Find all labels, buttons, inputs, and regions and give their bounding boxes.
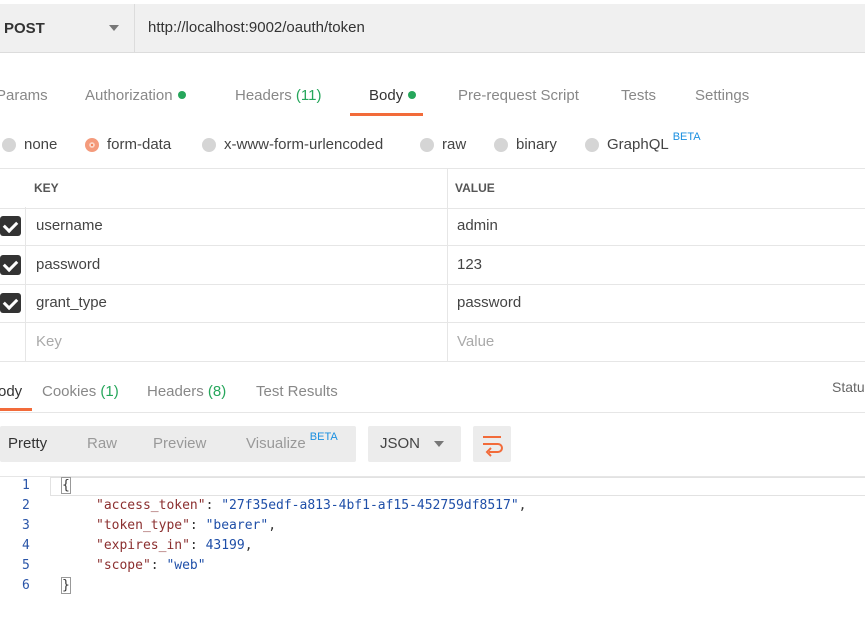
radio-circle-icon	[202, 137, 216, 152]
tab-body[interactable]: Body	[369, 87, 417, 104]
key-cell[interactable]: password	[36, 246, 100, 284]
tab-response-body[interactable]: ody	[0, 383, 22, 400]
table-header: KEY VALUE	[0, 168, 865, 209]
line-number: 1	[22, 478, 30, 493]
column-key-header: KEY	[34, 181, 59, 195]
code-line[interactable]: "token_type": "bearer",	[96, 516, 276, 536]
radio-raw[interactable]: raw	[420, 136, 466, 153]
tab-authorization[interactable]: Authorization	[85, 87, 186, 104]
radio-circle-icon	[585, 137, 599, 152]
tab-tests[interactable]: Tests	[621, 87, 656, 104]
line-number: 3	[22, 518, 30, 533]
table-row-new: Key Value	[0, 323, 865, 362]
tab-pre-request-script[interactable]: Pre-request Script	[458, 87, 579, 104]
checkbox-checked-icon[interactable]	[0, 293, 21, 313]
tab-params[interactable]: Params	[0, 87, 48, 104]
checkbox-checked-icon[interactable]	[0, 255, 21, 275]
format-label: JSON	[380, 435, 421, 452]
divider	[0, 412, 865, 413]
code-line[interactable]: {	[61, 476, 71, 496]
tab-cookies[interactable]: Cookies (1)	[42, 383, 119, 400]
chevron-down-icon	[109, 25, 119, 31]
tab-response-headers[interactable]: Headers (8)	[147, 383, 226, 400]
url-input[interactable]: http://localhost:9002/oauth/token	[148, 4, 365, 52]
active-tab-indicator	[350, 113, 423, 116]
key-cell[interactable]: grant_type	[36, 284, 107, 322]
wrap-lines-icon	[483, 436, 503, 457]
value-cell[interactable]: admin	[457, 207, 498, 245]
method-label: POST	[4, 19, 45, 37]
radio-circle-icon	[494, 137, 508, 152]
request-bar: POST http://localhost:9002/oauth/token	[0, 4, 865, 53]
tab-headers[interactable]: Headers (11)	[235, 87, 321, 104]
status-label: Statu	[832, 379, 865, 395]
view-pretty-button[interactable]: Pretty	[8, 426, 47, 462]
chevron-down-icon	[434, 441, 444, 447]
radio-none[interactable]: none	[2, 136, 57, 153]
format-select[interactable]: JSON	[368, 426, 461, 462]
beta-badge: BETA	[672, 130, 701, 143]
line-number: 4	[22, 538, 30, 553]
tab-test-results[interactable]: Test Results	[256, 383, 338, 400]
code-line[interactable]: "access_token": "27f35edf-a813-4bf1-af15…	[96, 496, 526, 516]
active-line-highlight	[50, 477, 865, 496]
table-row: grant_type password	[0, 284, 865, 323]
tab-settings[interactable]: Settings	[695, 87, 749, 104]
radio-circle-icon	[2, 137, 16, 152]
table-row: password 123	[0, 246, 865, 285]
wrap-lines-button[interactable]	[473, 426, 511, 462]
radio-selected-icon	[85, 137, 99, 152]
status-dot-icon	[177, 91, 186, 99]
view-preview-button[interactable]: Preview	[153, 426, 206, 462]
key-input-placeholder[interactable]: Key	[36, 323, 62, 361]
radio-form-data[interactable]: form-data	[85, 136, 171, 153]
line-number: 6	[22, 578, 30, 593]
radio-circle-icon	[420, 137, 434, 152]
radio-binary[interactable]: binary	[494, 136, 557, 153]
key-cell[interactable]: username	[36, 207, 103, 245]
checkbox-checked-icon[interactable]	[0, 216, 21, 236]
beta-badge: BETA	[309, 431, 338, 443]
active-response-tab-indicator	[0, 408, 32, 411]
view-mode-group: Pretty Raw Preview Visualize BETA	[0, 426, 356, 462]
view-visualize-button[interactable]: Visualize BETA	[246, 426, 338, 463]
radio-urlencoded[interactable]: x-www-form-urlencoded	[202, 136, 383, 153]
code-line[interactable]: "scope": "web"	[96, 556, 206, 576]
status-dot-icon	[408, 91, 417, 99]
value-cell[interactable]: password	[457, 284, 521, 322]
checkbox-column-divider	[25, 207, 26, 362]
code-line[interactable]: }	[61, 576, 71, 596]
table-row: username admin	[0, 207, 865, 246]
column-value-header: VALUE	[455, 181, 495, 195]
column-divider	[447, 168, 448, 362]
view-raw-button[interactable]: Raw	[87, 426, 117, 462]
code-line[interactable]: "expires_in": 43199,	[96, 536, 253, 556]
value-cell[interactable]: 123	[457, 246, 482, 284]
value-input-placeholder[interactable]: Value	[457, 323, 494, 361]
line-number: 5	[22, 558, 30, 573]
method-select[interactable]: POST	[0, 4, 135, 52]
radio-graphql[interactable]: GraphQL BETA	[585, 131, 701, 153]
line-number: 2	[22, 498, 30, 513]
